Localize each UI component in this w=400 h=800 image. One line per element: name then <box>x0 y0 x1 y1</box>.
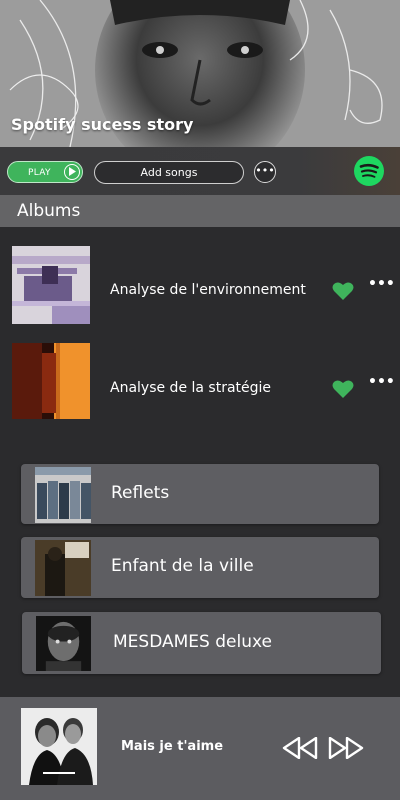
playlist-cover <box>36 616 91 671</box>
album-title: Analyse de l'environnement <box>110 282 306 298</box>
hero-title: Spotify sucess story <box>11 115 194 134</box>
fast-forward-icon[interactable] <box>328 737 364 759</box>
playlist-title: MESDAMES deluxe <box>113 632 272 652</box>
more-options-icon[interactable]: ••• <box>368 276 395 292</box>
album-title: Analyse de la stratégie <box>110 380 272 396</box>
playlist-card[interactable]: Reflets <box>21 464 379 524</box>
play-button[interactable]: PLAY <box>7 161 83 183</box>
now-playing-cover <box>21 708 97 785</box>
playlist-title: Reflets <box>111 483 170 503</box>
hero-banner: Spotify sucess story <box>0 0 400 147</box>
playlist-title: Enfant de la ville <box>111 556 254 576</box>
add-songs-button[interactable]: Add songs <box>94 161 244 184</box>
playlist-cover <box>35 540 91 596</box>
more-options-button[interactable]: ••• <box>254 161 276 183</box>
now-playing-title: Mais je t'aime <box>121 739 224 754</box>
heart-icon[interactable] <box>332 281 354 301</box>
album-cover <box>12 246 90 324</box>
albums-section-header: Albums <box>0 195 400 227</box>
album-cover <box>12 343 90 419</box>
playlist-cover <box>35 467 91 523</box>
playlist-card[interactable]: MESDAMES deluxe <box>22 612 381 674</box>
heart-icon[interactable] <box>332 379 354 399</box>
album-row[interactable]: Analyse de l'environnement ••• <box>0 246 400 326</box>
controls-bar: PLAY Add songs ••• <box>0 147 400 195</box>
albums-title: Albums <box>17 201 81 221</box>
play-icon <box>64 164 80 180</box>
playlist-card[interactable]: Enfant de la ville <box>21 537 379 598</box>
now-playing-bar: Mais je t'aime <box>0 697 400 800</box>
spotify-logo-icon <box>354 156 384 186</box>
more-options-icon[interactable]: ••• <box>368 374 395 390</box>
album-row[interactable]: Analyse de la stratégie ••• <box>0 343 400 423</box>
rewind-icon[interactable] <box>282 737 318 759</box>
play-button-label: PLAY <box>28 168 51 178</box>
